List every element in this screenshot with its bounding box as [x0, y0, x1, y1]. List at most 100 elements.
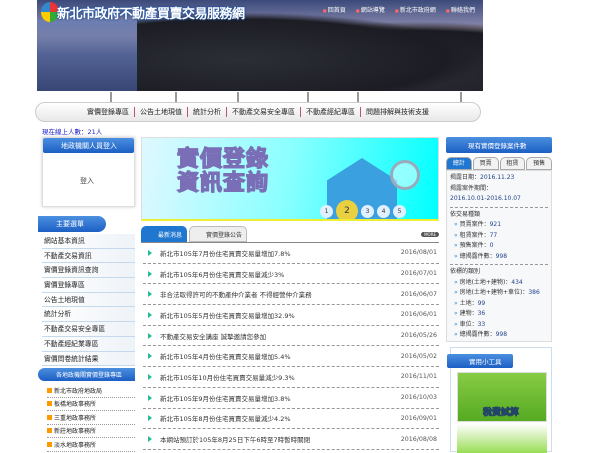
- header-banner: 新北市政府不動產買賣交易服務網 回首頁 網站導覽 新北市政府網 聯絡我們: [37, 0, 483, 91]
- office-item[interactable]: 淡水地政事務所: [47, 438, 135, 452]
- news-title[interactable]: 不動產交易安全講座 誠摯邀請您參加: [160, 331, 401, 341]
- news-date: 2016/07/01: [400, 270, 437, 278]
- offices-header: 各地政機關實價登錄專區: [38, 368, 135, 381]
- sitemap-link[interactable]: 網站導覽: [356, 5, 385, 14]
- news-row[interactable]: 新北市105年5月份住宅買賣交易量增加32.9% 2016/06/01: [143, 305, 439, 326]
- stat-row: 車位：33: [450, 320, 548, 331]
- tab-total[interactable]: 總計: [446, 157, 472, 170]
- nav-item[interactable]: 不動產經紀專區: [301, 107, 361, 117]
- page-dot[interactable]: 5: [393, 204, 406, 218]
- news-date: 2016/05/26: [400, 332, 437, 340]
- news-list: 新北市105年7月份住宅買賣交易量增加7.8% 2016/08/01 新北市105年…: [143, 243, 439, 450]
- nav-item[interactable]: 實價登錄專區: [82, 107, 135, 117]
- arrow-icon: [148, 311, 152, 318]
- home-link[interactable]: 回首頁: [323, 5, 346, 14]
- office-item[interactable]: 板橋地政事務所: [47, 398, 135, 411]
- news-date: 2016/08/08: [400, 435, 437, 443]
- page-dot[interactable]: 1: [320, 204, 333, 218]
- menu-item[interactable]: 不動產交易資訊: [42, 248, 135, 264]
- online-count: 現在線上人數：21人: [42, 128, 103, 136]
- page-dot-active[interactable]: 2: [336, 200, 358, 219]
- news-title[interactable]: 新北市105年5月份住宅買賣交易量增加32.9%: [160, 310, 401, 320]
- office-item[interactable]: 三重地政事務所: [47, 411, 135, 425]
- menu-item[interactable]: 不動產交易安全專區: [42, 322, 135, 337]
- tax-calculator-banner[interactable]: 稅費試算: [457, 372, 547, 422]
- offices-list: 新北市政府地政局 板橋地政事務所 三重地政事務所 新莊地政事務所 淡水地政事務所: [47, 384, 135, 452]
- arrow-icon: [148, 249, 152, 256]
- news-row[interactable]: 非合法取得許可的不動產仲介業者 不得經營仲介業務 2016/06/07: [143, 284, 439, 306]
- tools-box: 實用小工具 稅費試算: [447, 347, 552, 453]
- login-button[interactable]: 登入: [80, 176, 94, 186]
- menu-item[interactable]: 統計分析: [42, 307, 135, 323]
- stat-row: 房地(土地+建物)：434: [450, 278, 548, 289]
- menu-item[interactable]: 實價登錄資訊查詢: [42, 263, 135, 279]
- news-row[interactable]: 新北市105年6月份住宅買賣交易量減少3% 2016/07/01: [143, 264, 439, 285]
- tab-rent[interactable]: 租賃: [499, 157, 526, 170]
- stat-row: 總揭露件數：998: [450, 330, 548, 341]
- news-row[interactable]: 本網站預訂於105年8月25日下午6時至7時暫時關閉 2016/08/08: [143, 429, 439, 450]
- stat-row: 買賣案件：921: [450, 220, 548, 231]
- office-link[interactable]: 新北市政府地政局: [54, 386, 102, 395]
- login-header: 地政機關人員登入: [43, 138, 134, 153]
- tab-presale[interactable]: 預售: [526, 157, 552, 170]
- bullet-icon: [47, 401, 52, 407]
- stats-panel: 揭露日期：2016.11.23 揭露案件期間： 2016.10.01-2016.…: [446, 170, 552, 342]
- news-title[interactable]: 新北市105年7月份住宅買賣交易量增加7.8%: [160, 248, 401, 258]
- bullet-icon: [47, 387, 52, 393]
- news-row[interactable]: 新北市105年7月份住宅買賣交易量增加7.8% 2016/08/01: [143, 243, 439, 264]
- menu-item[interactable]: 公告土地現值: [42, 292, 135, 308]
- news-date: 2016/06/01: [400, 311, 437, 319]
- menu-item[interactable]: 實價登錄專區: [42, 278, 135, 293]
- promo-carousel[interactable]: 實價登錄 資訊查詢 1 2 3 4 5: [141, 137, 439, 221]
- news-row[interactable]: 新北市105年8月份住宅買賣交易量減少4.2% 2016/09/01: [143, 409, 439, 430]
- tab-announcements[interactable]: 實價登錄公告: [189, 226, 248, 242]
- page-dot[interactable]: 4: [377, 204, 390, 218]
- news-row[interactable]: 新北市105年4月份住宅買賣交易量增加5.4% 2016/05/02: [143, 346, 439, 368]
- office-item[interactable]: 新莊地政事務所: [47, 425, 135, 438]
- stat-row: 土地：99: [450, 299, 548, 310]
- news-title[interactable]: 新北市105年8月份住宅買賣交易量減少4.2%: [160, 413, 401, 423]
- nav-item[interactable]: 統計分析: [188, 107, 227, 117]
- contact-link[interactable]: 聯絡我們: [446, 5, 475, 14]
- menu-item[interactable]: 實價問卷統計結果: [42, 351, 135, 367]
- tool-banner[interactable]: [457, 424, 547, 453]
- stat-row: 預售案件：0: [450, 241, 548, 252]
- bullet-icon: [47, 428, 52, 434]
- news-title[interactable]: 本網站預訂於105年8月25日下午6時至7時暫時關閉: [160, 434, 401, 444]
- office-link[interactable]: 淡水地政事務所: [54, 440, 96, 449]
- nav-item[interactable]: 問題排解與技術支援: [361, 107, 434, 117]
- arrow-icon: [148, 415, 152, 422]
- gov-link[interactable]: 新北市政府網: [395, 5, 436, 14]
- main-menu: 網站基本資訊 不動產交易資訊 實價登錄資訊查詢 實價登錄專區 公告土地現值 統計…: [42, 234, 135, 367]
- tab-latest-news[interactable]: 最新消息: [141, 226, 188, 242]
- arrow-icon: [148, 373, 152, 380]
- news-title[interactable]: 非合法取得許可的不動產仲介業者 不得經營仲介業務: [160, 289, 401, 299]
- news-title[interactable]: 新北市105年4月份住宅買賣交易量增加5.4%: [160, 351, 401, 361]
- page-dot[interactable]: 3: [361, 204, 374, 218]
- office-item[interactable]: 新北市政府地政局: [47, 384, 135, 398]
- arrow-icon: [148, 436, 152, 443]
- news-row[interactable]: 新北市105年10月份住宅買賣交易量減少9.3% 2016/11/01: [143, 367, 439, 388]
- news-title[interactable]: 新北市105年6月份住宅買賣交易量減少3%: [160, 269, 401, 279]
- news-row[interactable]: 新北市105年9月份住宅買賣交易量增加3.8% 2016/10/03: [143, 388, 439, 409]
- news-title[interactable]: 新北市105年9月份住宅買賣交易量增加3.8%: [160, 393, 401, 403]
- office-link[interactable]: 新莊地政事務所: [54, 426, 96, 435]
- menu-item[interactable]: 不動產經紀業專區: [42, 336, 135, 352]
- office-link[interactable]: 板橋地政事務所: [54, 399, 96, 408]
- news-row[interactable]: 不動產交易安全講座 誠摯邀請您參加 2016/05/26: [143, 326, 439, 347]
- more-button[interactable]: MORE: [421, 232, 439, 237]
- news-title[interactable]: 新北市105年10月份住宅買賣交易量減少9.3%: [160, 372, 401, 382]
- menu-item[interactable]: 網站基本資訊: [42, 234, 135, 249]
- news-tabs: 最新消息 實價登錄公告 MORE: [141, 226, 439, 243]
- stat-row: 房地(土地+建物+車位)：386: [450, 288, 548, 299]
- news-date: 2016/10/03: [400, 394, 437, 402]
- nav-item[interactable]: 公告土地現值: [135, 107, 188, 117]
- news-date: 2016/06/07: [400, 290, 437, 298]
- stat-row: 建物：36: [450, 309, 548, 320]
- news-date: 2016/09/01: [400, 414, 437, 422]
- tab-sale[interactable]: 買賣: [472, 157, 499, 170]
- site-title[interactable]: 新北市政府不動產買賣交易服務網: [57, 3, 245, 22]
- arrow-icon: [148, 353, 152, 360]
- nav-item[interactable]: 不動產交易安全專區: [227, 107, 301, 117]
- office-link[interactable]: 三重地政事務所: [54, 413, 96, 422]
